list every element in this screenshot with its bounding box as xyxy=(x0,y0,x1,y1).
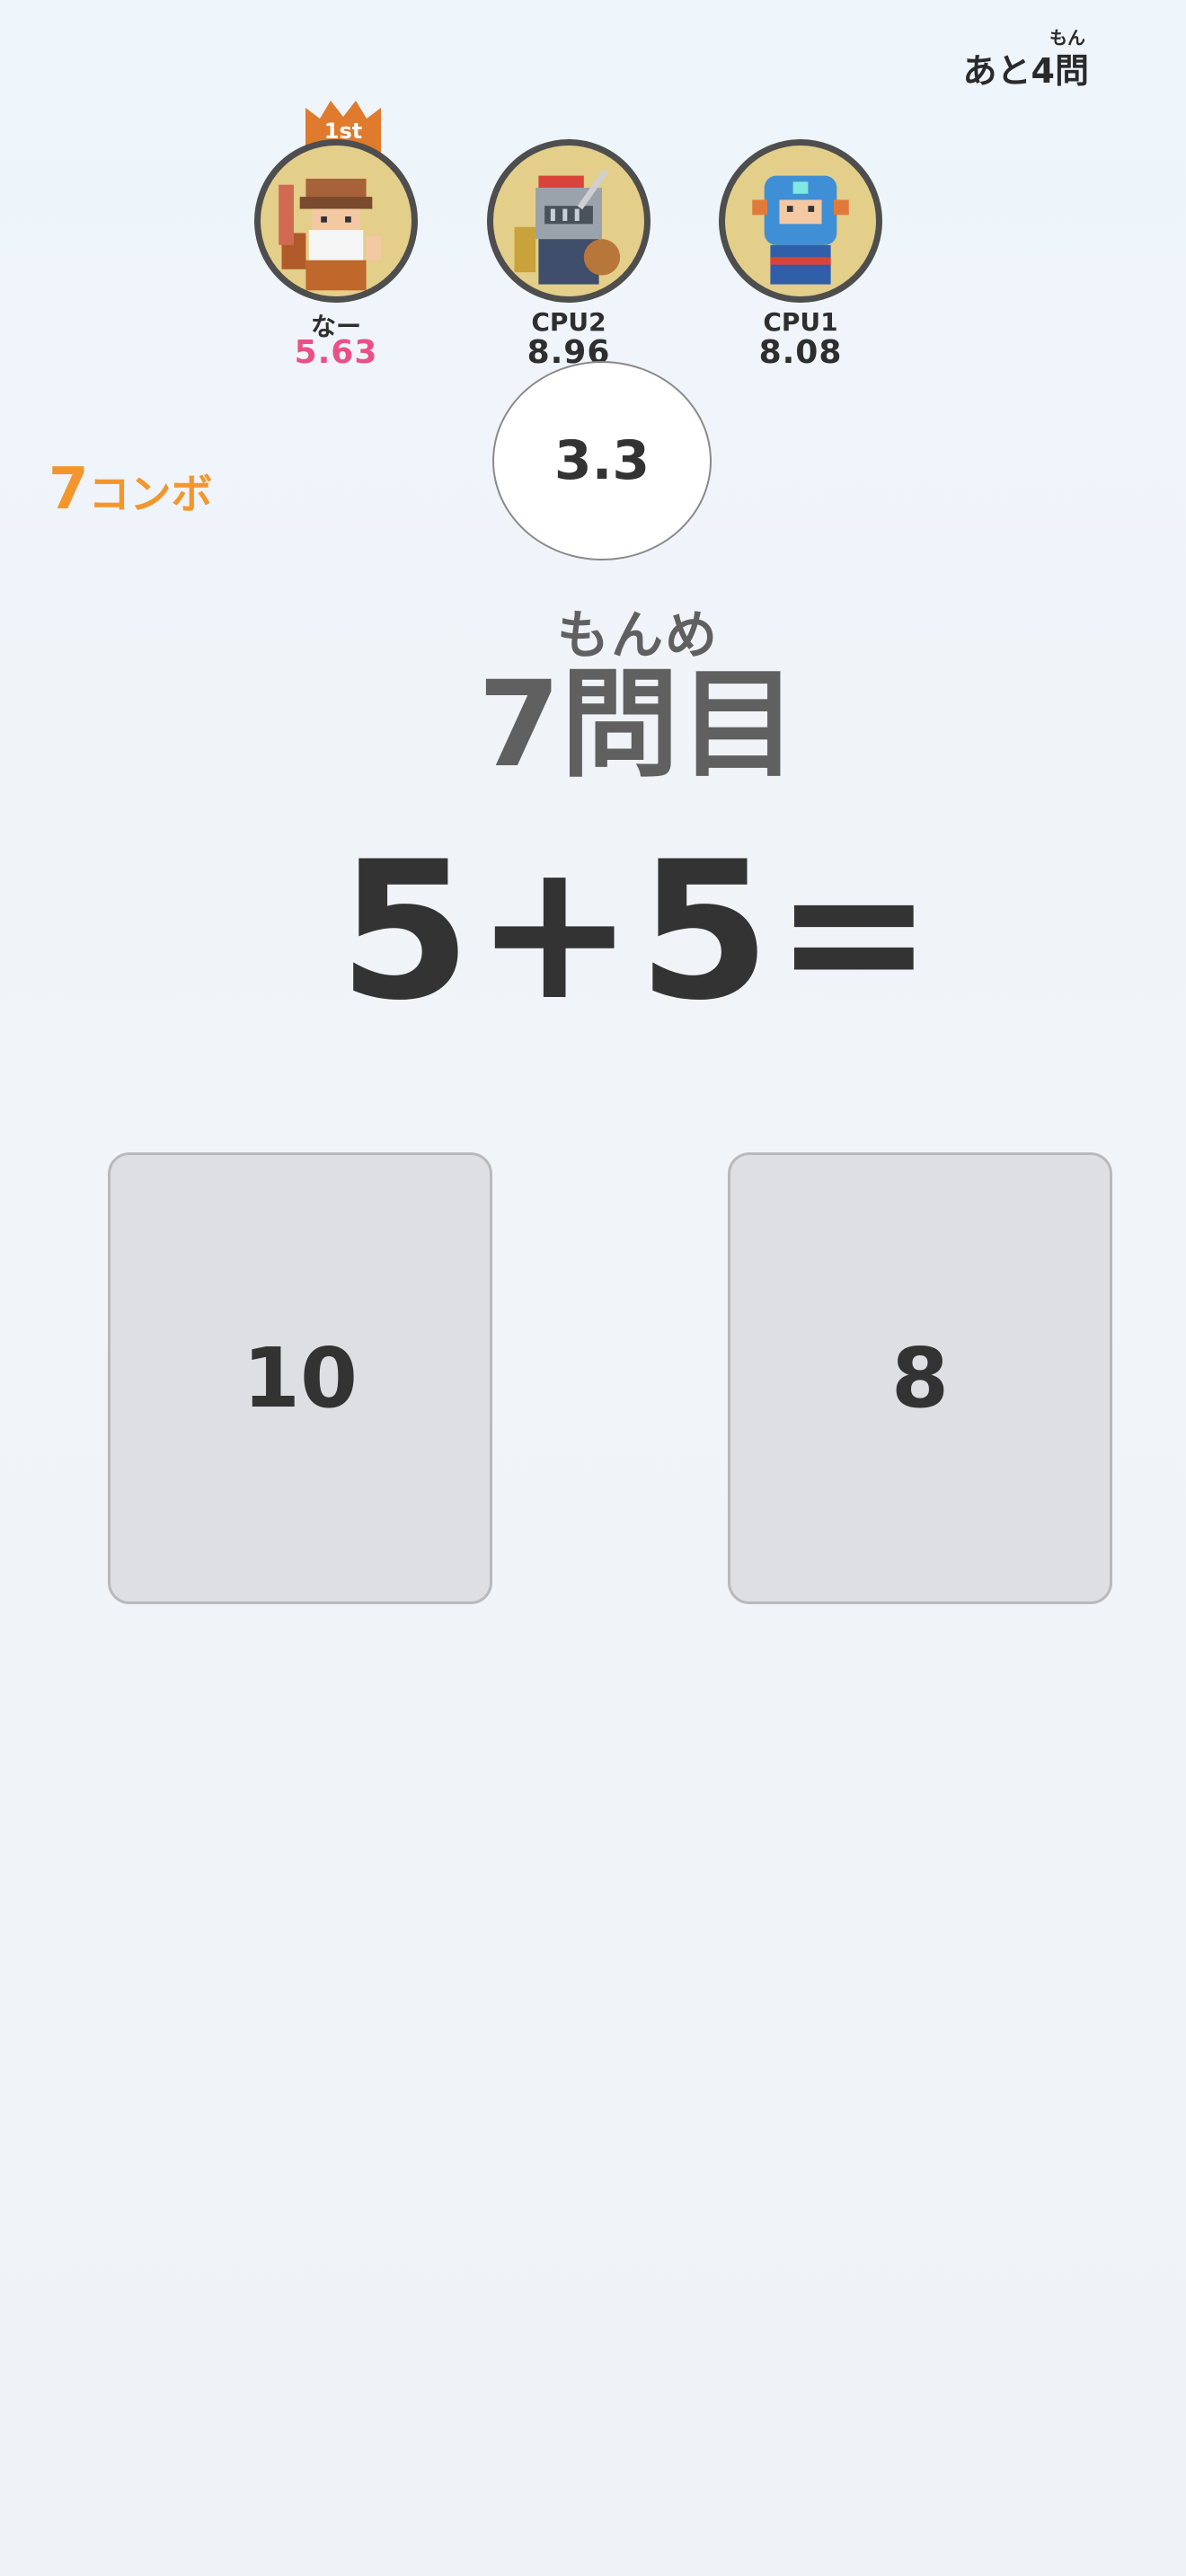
math-equation: 5+5= xyxy=(338,820,938,1042)
combo-count: 7 xyxy=(49,456,89,523)
remaining-text: あと4問 xyxy=(962,51,1089,91)
combo-label: コンボ xyxy=(88,470,213,518)
countdown-timer: 3.3 xyxy=(492,361,712,560)
remaining-questions: もん あと4問 xyxy=(855,23,1089,95)
player-name: CPU1 xyxy=(763,307,838,337)
player-time: 8.08 xyxy=(758,334,843,371)
player-time: 5.63 xyxy=(294,334,378,371)
combo-counter: 7コンボ xyxy=(49,456,213,523)
player-card-3: CPU1 8.08 xyxy=(716,139,896,373)
blue-hooded-avatar xyxy=(719,139,882,303)
bearded-warrior-avatar xyxy=(254,139,418,303)
question-number: 7問目 xyxy=(478,656,798,794)
answer-button-left[interactable]: 10 xyxy=(108,1152,492,1604)
player-card-2: CPU2 8.96 xyxy=(484,139,664,373)
player-name: CPU2 xyxy=(531,307,606,337)
answer-button-right[interactable]: 8 xyxy=(728,1152,1112,1604)
knight-avatar xyxy=(487,139,651,303)
player-card-1: なー 5.63 xyxy=(252,139,431,373)
